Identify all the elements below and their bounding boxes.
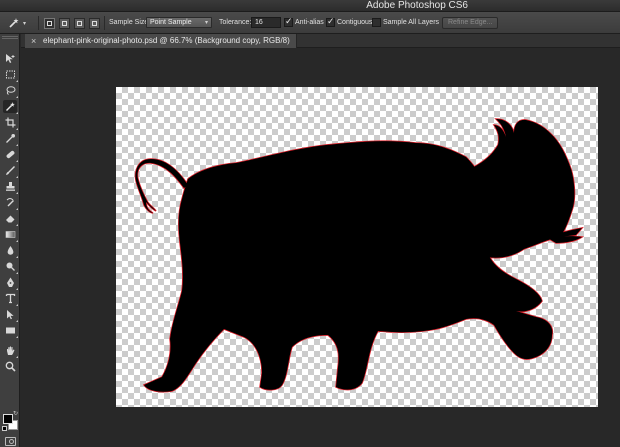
quick-mask-icon[interactable] xyxy=(5,437,16,446)
chevron-down-icon: ▾ xyxy=(23,20,27,27)
marquee-icon xyxy=(5,70,15,79)
type-tool[interactable] xyxy=(3,292,18,306)
type-icon xyxy=(5,293,15,304)
separator xyxy=(38,16,39,30)
blur-icon xyxy=(7,246,13,255)
intersect-selection-button[interactable] xyxy=(89,18,100,29)
dodge-icon xyxy=(6,262,15,271)
clone-stamp-tool[interactable] xyxy=(3,180,18,194)
document-workspace xyxy=(21,49,620,447)
hand-tool[interactable] xyxy=(3,344,18,358)
crop-icon xyxy=(5,117,15,128)
panel-grip[interactable] xyxy=(2,36,18,39)
sample-size-value: Point Sample xyxy=(150,19,192,26)
sample-size-label: Sample Size: xyxy=(109,19,151,26)
magic-wand-icon xyxy=(9,18,19,28)
healing-brush-icon xyxy=(6,150,14,159)
eraser-icon xyxy=(5,215,14,223)
anti-alias-label: Anti-alias xyxy=(295,19,324,26)
tolerance-label: Tolerance: xyxy=(219,19,252,26)
magic-wand-tool[interactable] xyxy=(3,100,18,114)
hand-icon xyxy=(6,346,14,355)
elephant-silhouette-image xyxy=(134,118,583,393)
default-colors-icon[interactable] xyxy=(2,426,7,431)
new-selection-icon xyxy=(47,21,52,26)
tools-panel: ↻ xyxy=(0,34,20,447)
history-brush-icon xyxy=(6,198,14,207)
document-tab-title: elephant-pink-original-photo.psd @ 66.7%… xyxy=(43,36,290,45)
refine-edge-button[interactable]: Refine Edge... xyxy=(442,17,499,29)
path-selection-icon xyxy=(6,310,14,320)
move-icon xyxy=(5,54,14,63)
anti-alias-checkbox[interactable] xyxy=(284,16,293,27)
crop-tool[interactable] xyxy=(3,116,18,130)
blur-tool[interactable] xyxy=(3,244,18,258)
pen-tool[interactable] xyxy=(3,276,18,290)
intersect-selection-icon xyxy=(92,21,97,26)
dodge-tool[interactable] xyxy=(3,260,18,274)
close-icon[interactable]: × xyxy=(31,34,36,48)
tool-preset-picker[interactable]: ▾ xyxy=(8,15,34,31)
path-selection-tool[interactable] xyxy=(3,308,18,322)
sample-size-select[interactable]: Point Sample ▾ xyxy=(146,17,212,28)
move-tool[interactable] xyxy=(3,52,17,65)
new-selection-button[interactable] xyxy=(44,18,55,29)
history-brush-tool[interactable] xyxy=(3,196,18,210)
document-canvas[interactable] xyxy=(116,87,598,407)
clone-stamp-icon xyxy=(5,182,15,191)
pen-icon xyxy=(6,277,14,287)
subtract-selection-icon xyxy=(77,21,82,26)
separator xyxy=(104,16,105,30)
zoom-tool[interactable] xyxy=(3,360,17,373)
eyedropper-tool[interactable] xyxy=(3,132,18,146)
document-tab[interactable]: × elephant-pink-original-photo.psd @ 66.… xyxy=(25,34,297,48)
contiguous-label: Contiguous xyxy=(337,19,373,26)
app-title: Adobe Photoshop CS6 xyxy=(366,0,468,11)
contiguous-checkbox[interactable] xyxy=(326,16,335,27)
brush-icon xyxy=(5,166,15,175)
options-bar: ▾ Sample Size: Point Sample ▾ Tolerance:… xyxy=(0,12,620,34)
subtract-from-selection-button[interactable] xyxy=(74,18,85,29)
gradient-icon xyxy=(5,231,15,238)
magic-wand-icon xyxy=(5,102,15,111)
zoom-icon xyxy=(5,361,16,372)
lasso-icon xyxy=(6,86,15,95)
tolerance-input[interactable]: 16 xyxy=(251,17,281,28)
sample-all-layers-checkbox[interactable] xyxy=(372,18,381,27)
rectangle-shape-tool[interactable] xyxy=(3,324,18,338)
marquee-tool[interactable] xyxy=(3,68,18,82)
gradient-tool[interactable] xyxy=(3,228,18,242)
lasso-tool[interactable] xyxy=(3,84,18,98)
add-to-selection-button[interactable] xyxy=(59,18,70,29)
rectangle-shape-icon xyxy=(5,327,15,334)
foreground-color-swatch[interactable] xyxy=(3,414,13,424)
swap-colors-icon[interactable]: ↻ xyxy=(13,410,18,417)
document-tab-bar: × elephant-pink-original-photo.psd @ 66.… xyxy=(21,34,620,48)
title-bar: Adobe Photoshop CS6 xyxy=(0,0,620,12)
eraser-tool[interactable] xyxy=(3,212,18,226)
healing-brush-tool[interactable] xyxy=(3,148,18,162)
brush-tool[interactable] xyxy=(3,164,18,178)
eyedropper-icon xyxy=(5,134,15,143)
sample-all-layers-label: Sample All Layers xyxy=(383,19,440,26)
add-selection-icon xyxy=(62,21,67,26)
select-arrows-icon: ▾ xyxy=(204,20,208,26)
